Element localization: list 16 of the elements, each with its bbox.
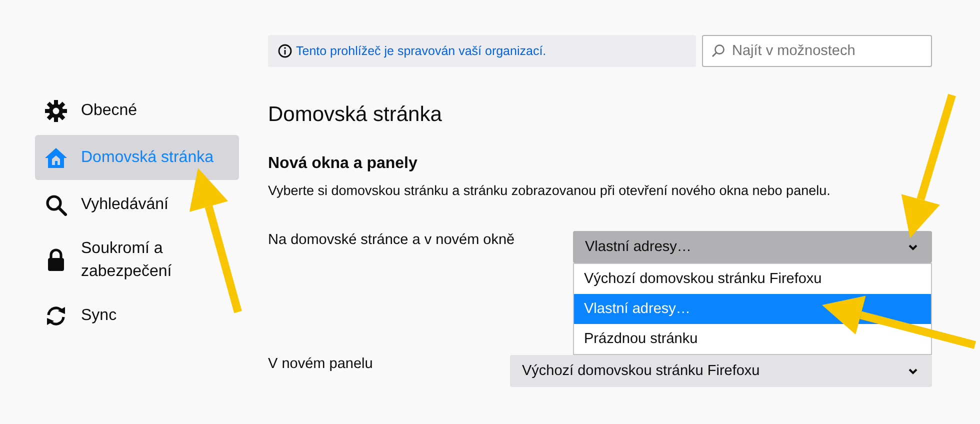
section-description: Vyberte si domovskou stránku a stránku zobrazovanou při otevření nového okna nebo panelu. [268, 182, 832, 200]
setting-label: V novém panelu [268, 355, 373, 372]
notice-link[interactable]: Tento prohlížeč je spravován vaší organizací. [296, 44, 546, 58]
sidebar-item[interactable]: Vyhledávání [35, 182, 239, 227]
dropdown-option[interactable]: Výchozí domovskou stránku Firefoxu [574, 264, 931, 294]
dropdown[interactable]: Vlastní adresy… [573, 231, 932, 263]
sidebar-item[interactable]: Sync [35, 293, 239, 338]
dropdown-option[interactable]: Prázdnou stránku [574, 324, 931, 354]
sidebar-item[interactable]: Soukromí a zabezpečení [35, 229, 239, 291]
search-field[interactable]: Najít v možnostech [702, 35, 932, 67]
section-title: Nová okna a panely [268, 154, 418, 174]
sidebar-item[interactable]: Obecné [35, 88, 239, 133]
dropdown-option[interactable]: Vlastní adresy… [574, 294, 931, 324]
dropdown[interactable]: Výchozí domovskou stránku Firefoxu [510, 355, 932, 387]
page-title: Domovská stránka [268, 102, 443, 128]
setting-label: Na domovské stránce a v novém okně [268, 231, 515, 248]
